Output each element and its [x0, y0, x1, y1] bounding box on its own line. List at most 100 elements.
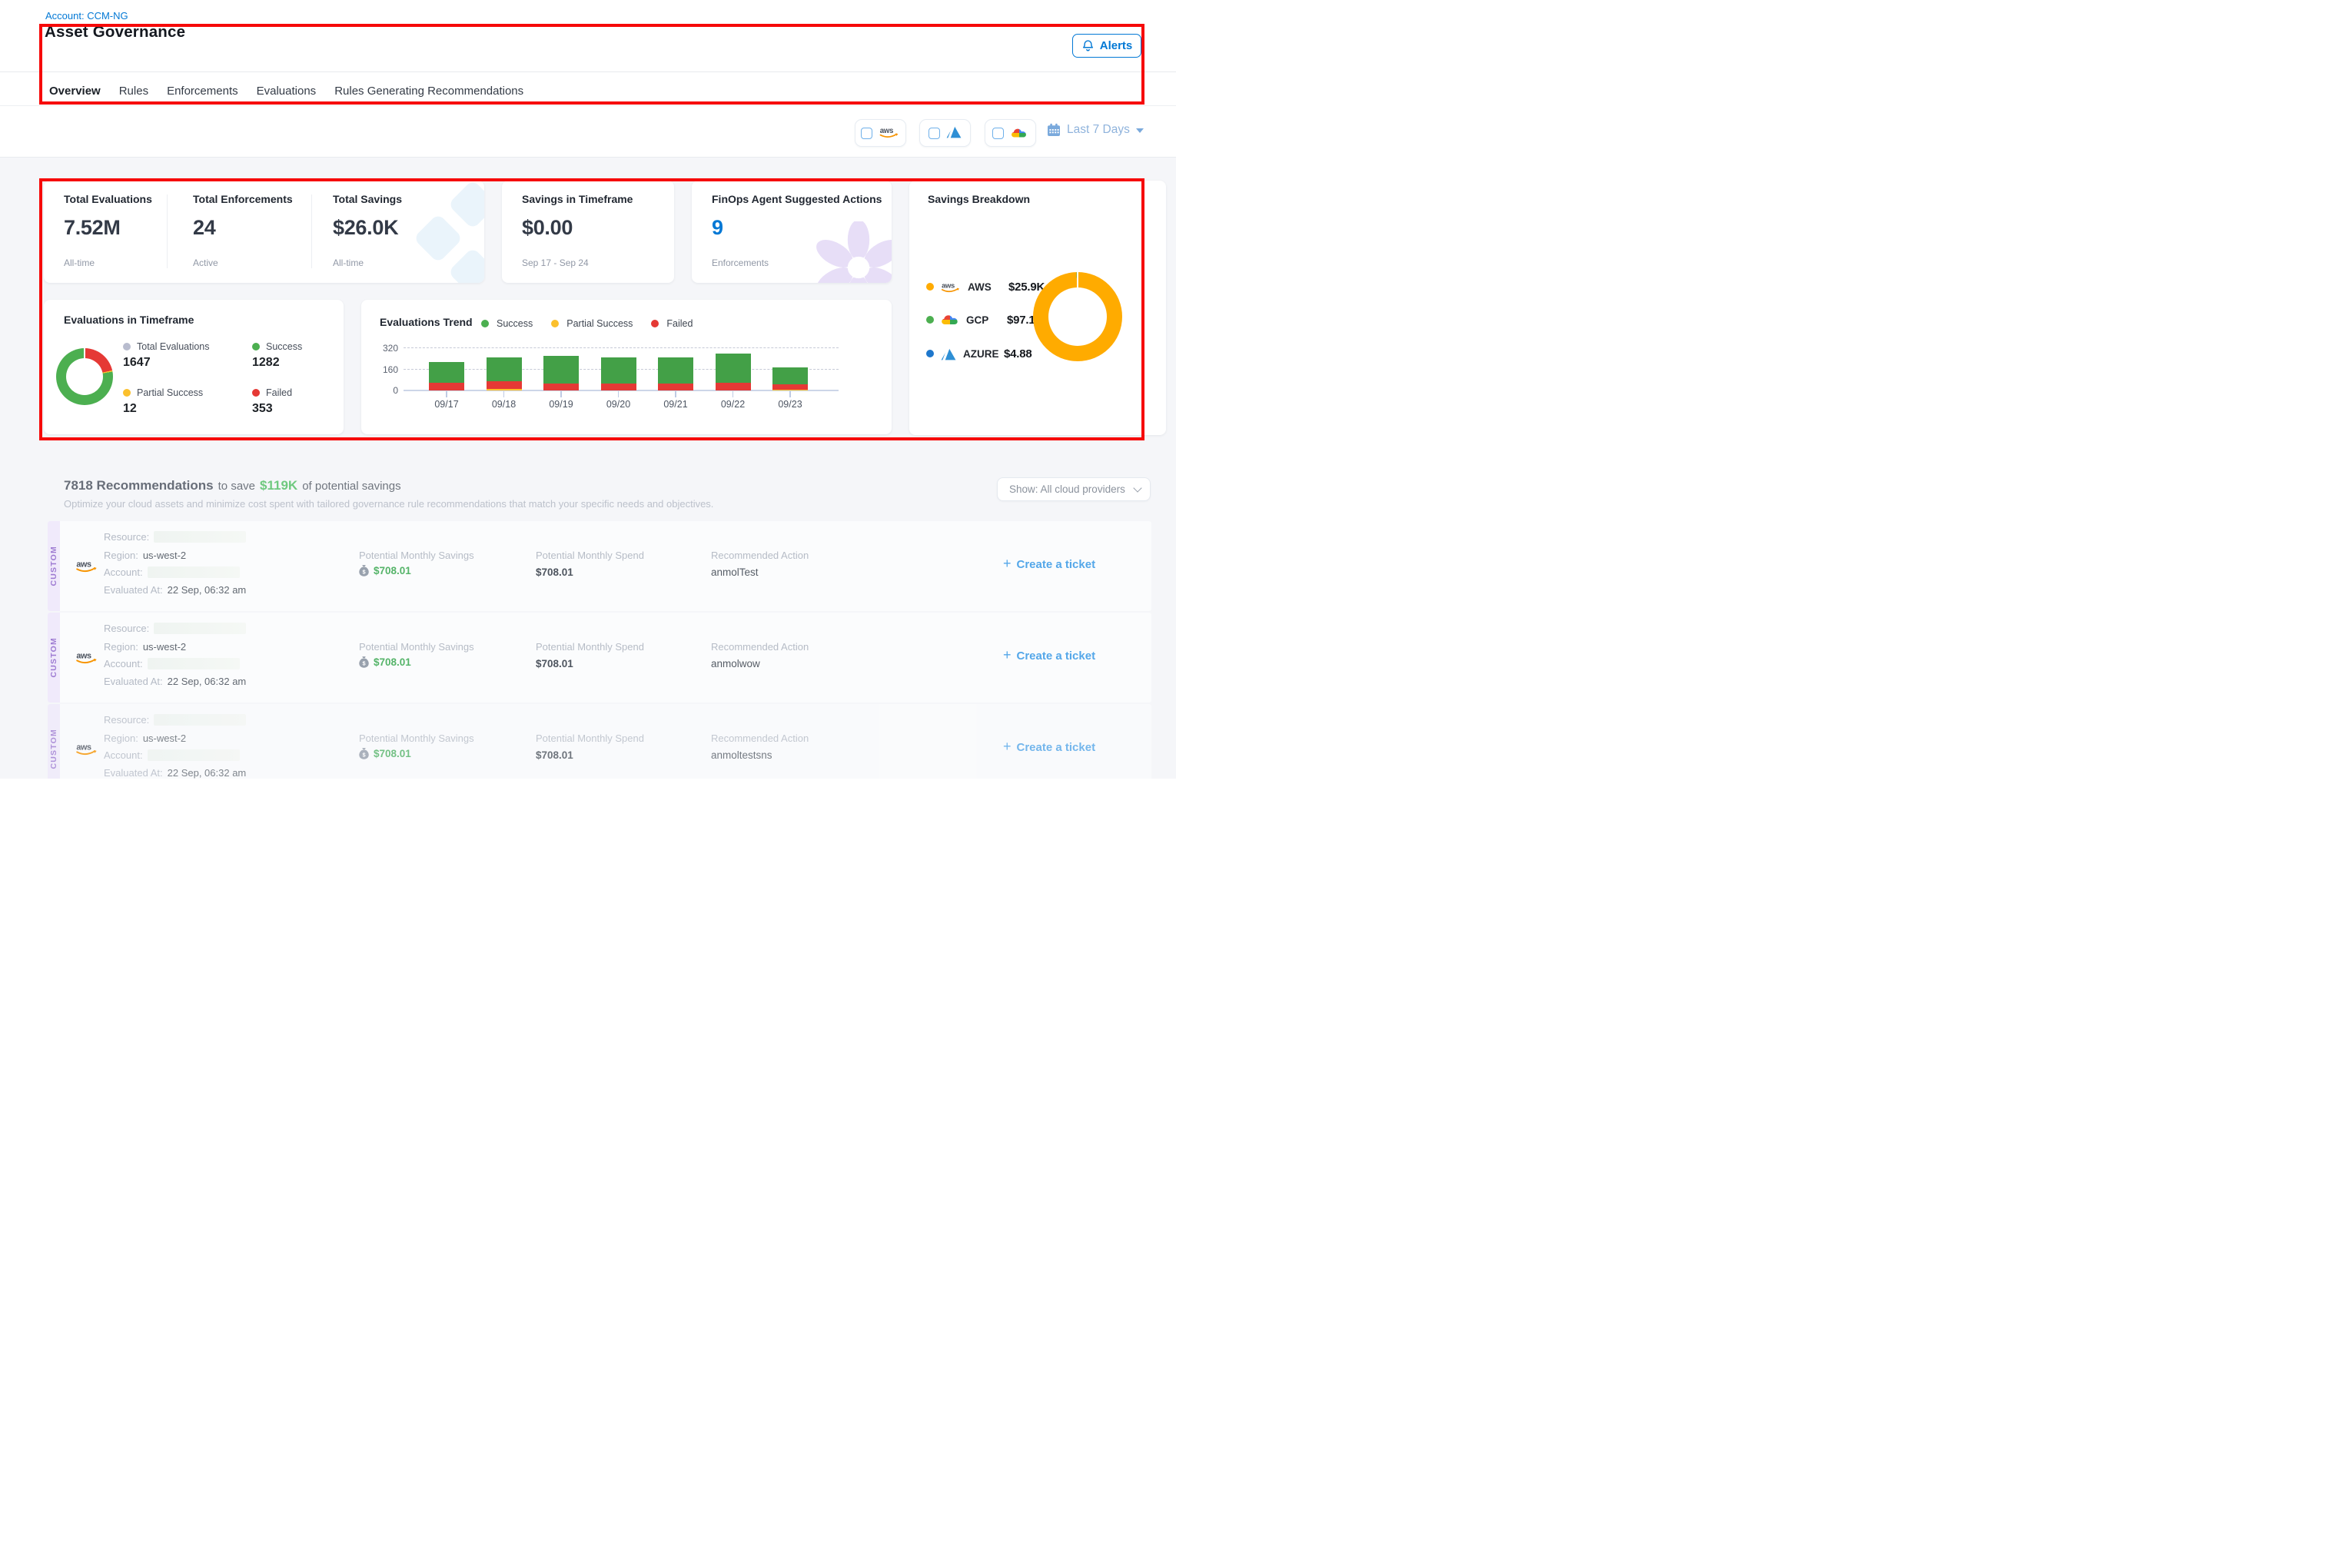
provider-filter-aws[interactable]: aws — [855, 119, 906, 147]
partial-dot — [123, 389, 131, 397]
svg-text:aws: aws — [76, 560, 91, 570]
x-axis-label: 09/20 — [596, 399, 642, 410]
redacted-resource — [154, 714, 246, 726]
x-axis-tick — [618, 391, 620, 397]
custom-badge: CUSTOM — [48, 613, 60, 703]
evaluations-timeframe-title: Evaluations in Timeframe — [64, 314, 194, 326]
bar-segment-failed — [429, 383, 464, 390]
legend-partial-success: Partial Success 12 — [123, 387, 203, 416]
redacted-account — [148, 749, 240, 761]
evaluations-timeframe-card: Evaluations in Timeframe Total Evaluatio… — [44, 300, 344, 434]
bar-segment-success — [429, 362, 464, 383]
bar-segment-failed — [487, 381, 522, 389]
gridline-320 — [404, 347, 839, 348]
header-divider — [0, 71, 1176, 72]
x-axis-tick — [503, 391, 505, 397]
savings-breakdown-azure-row: AZURE $4.88 — [926, 347, 1032, 360]
plus-icon: + — [1003, 556, 1012, 572]
create-ticket-button[interactable]: +Create a ticket — [1003, 649, 1095, 663]
azure-legend-label: AZURE — [963, 348, 997, 360]
bar-segment-partial-success — [487, 389, 522, 390]
redacted-account — [148, 658, 240, 669]
total-evaluations-sub: All-time — [64, 257, 95, 268]
cloud-provider-filter-dropdown[interactable]: Show: All cloud providers — [997, 477, 1151, 501]
bar-09/19 — [543, 356, 579, 390]
money-bag-icon: $ — [359, 656, 369, 668]
recommendation-row: CUSTOM aws Resource: Region:us-west-2 Ac… — [48, 613, 1151, 703]
custom-badge: CUSTOM — [48, 521, 60, 611]
bar-segment-failed — [658, 384, 693, 390]
bar-09/21 — [658, 357, 693, 390]
azure-icon — [946, 125, 962, 142]
chevron-down-icon — [1133, 483, 1141, 492]
partial-success-dot — [551, 320, 559, 327]
provider-filter-azure[interactable] — [919, 119, 971, 147]
svg-text:aws: aws — [76, 743, 91, 752]
tab-bar: Overview Rules Enforcements Evaluations … — [49, 79, 523, 102]
aws-checkbox[interactable] — [861, 128, 872, 139]
svg-text:aws: aws — [942, 281, 955, 290]
gcp-legend-dot — [926, 316, 934, 324]
x-axis-label: 09/18 — [481, 399, 527, 410]
finops-agent-sub: Enforcements — [712, 257, 769, 268]
donut-hole — [1048, 287, 1107, 346]
custom-badge: CUSTOM — [48, 704, 60, 784]
donut-gap — [1077, 271, 1079, 289]
create-ticket-button[interactable]: +Create a ticket — [1003, 557, 1095, 572]
plus-icon: + — [1003, 739, 1012, 755]
date-range-label: Last 7 Days — [1067, 123, 1130, 137]
gcp-checkbox[interactable] — [992, 128, 1004, 139]
asset-governance-dashboard: Account: CCM-NG Asset Governance Alerts … — [0, 0, 1176, 784]
total-savings-value: $26.0K — [333, 216, 398, 240]
azure-checkbox[interactable] — [929, 128, 940, 139]
tab-rules-generating-recommendations[interactable]: Rules Generating Recommendations — [334, 85, 523, 98]
gcp-icon — [1011, 127, 1028, 140]
total-evaluations-label: Total Evaluations — [64, 193, 152, 205]
x-axis-tick — [675, 391, 676, 397]
bar-segment-success — [601, 357, 636, 384]
summary-stats-card: Total Evaluations 7.52M All-time Total E… — [44, 181, 484, 283]
aws-icon: aws — [71, 739, 102, 758]
x-axis-label: 09/19 — [538, 399, 584, 410]
tab-overview[interactable]: Overview — [49, 85, 101, 98]
page-bottom-edge — [0, 779, 1176, 784]
failed-dot — [252, 389, 260, 397]
evaluations-timeframe-donut-chart — [56, 348, 113, 405]
legend-success: Success 1282 — [252, 341, 302, 370]
gcp-icon — [941, 313, 959, 327]
aws-icon: aws — [879, 125, 901, 141]
azure-legend-value: $4.88 — [1004, 347, 1032, 360]
x-axis-tick — [446, 391, 447, 397]
chevron-down-icon — [1136, 128, 1144, 133]
gcp-legend-label: GCP — [966, 314, 1000, 326]
x-axis-label: 09/23 — [767, 399, 813, 410]
provider-filter-gcp[interactable] — [985, 119, 1036, 147]
page-title: Asset Governance — [45, 23, 185, 42]
recommendations-heading: 7818 Recommendations to save $119K of po… — [64, 478, 401, 493]
success-dot — [252, 343, 260, 350]
total-savings-sub: All-time — [333, 257, 364, 268]
tab-enforcements[interactable]: Enforcements — [167, 85, 238, 98]
total-savings-label: Total Savings — [333, 193, 402, 205]
tab-evaluations[interactable]: Evaluations — [257, 85, 317, 98]
create-ticket-button[interactable]: +Create a ticket — [1003, 740, 1095, 755]
x-axis-tick — [789, 391, 791, 397]
account-breadcrumb[interactable]: Account: CCM-NG — [45, 10, 128, 22]
bar-segment-success — [487, 357, 522, 381]
bar-segment-failed — [601, 384, 636, 390]
bar-segment-success — [658, 357, 693, 384]
bar-09/18 — [487, 357, 522, 390]
savings-in-timeframe-card: Savings in Timeframe $0.00 Sep 17 - Sep … — [502, 181, 674, 283]
alerts-button[interactable]: Alerts — [1072, 34, 1141, 58]
bar-segment-success — [543, 356, 579, 384]
money-bag-icon: $ — [359, 748, 369, 759]
flower-watermark-icon — [809, 221, 892, 283]
legend-failed: Failed 353 — [252, 387, 292, 416]
total-enforcements-sub: Active — [193, 257, 218, 268]
date-range-picker[interactable]: Last 7 Days — [1047, 123, 1144, 137]
tab-rules[interactable]: Rules — [119, 85, 148, 98]
savings-timeframe-value: $0.00 — [522, 216, 573, 240]
recommendation-row: CUSTOM aws Resource: Region:us-west-2 Ac… — [48, 521, 1151, 611]
dropdown-label: Show: All cloud providers — [1009, 483, 1125, 495]
active-tab-underline — [49, 101, 106, 105]
